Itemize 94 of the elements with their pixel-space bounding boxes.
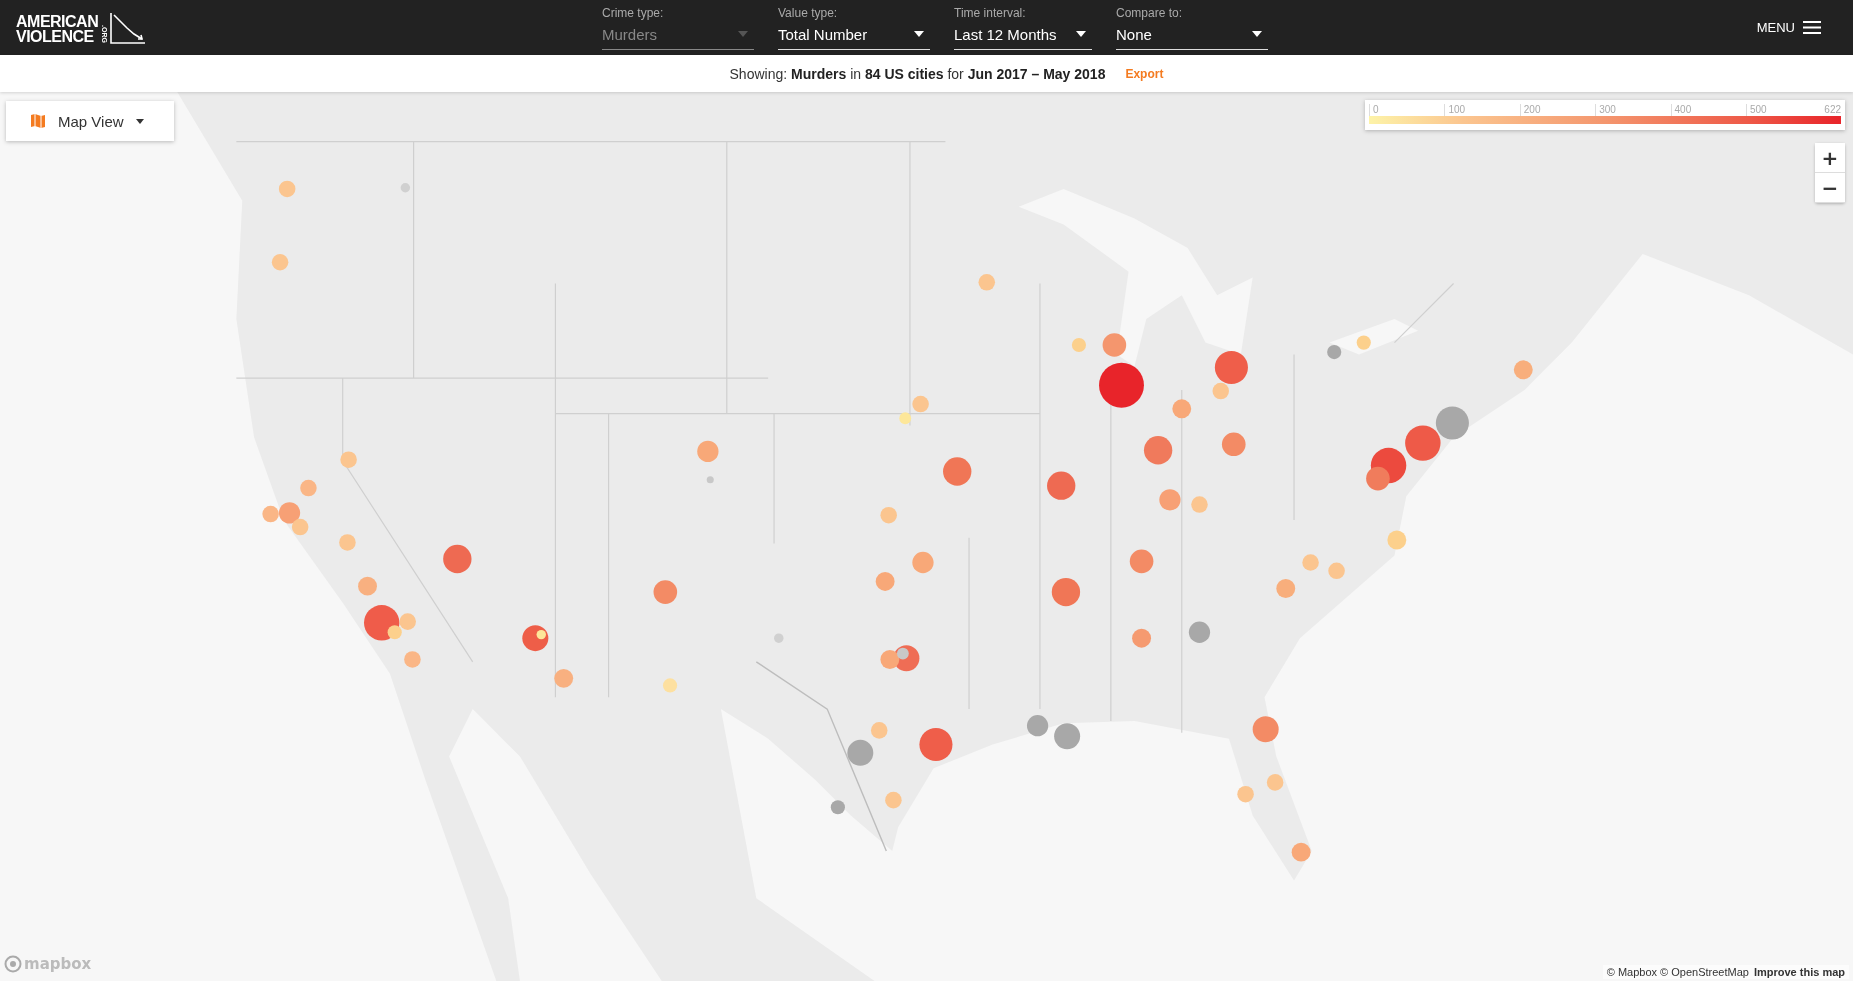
city-marker[interactable] xyxy=(387,625,402,640)
city-marker[interactable] xyxy=(340,451,357,468)
city-marker[interactable] xyxy=(1191,496,1208,513)
city-marker[interactable] xyxy=(847,739,874,766)
caret-icon xyxy=(738,31,748,37)
city-marker[interactable] xyxy=(554,668,574,688)
improve-map-link[interactable]: Improve this map xyxy=(1753,966,1845,978)
city-marker[interactable] xyxy=(978,274,996,291)
city-marker[interactable] xyxy=(830,800,845,815)
city-marker[interactable] xyxy=(1188,621,1211,643)
city-marker[interactable] xyxy=(364,605,400,641)
logo-text: VIOLENCE xyxy=(16,28,95,44)
caret-icon xyxy=(1252,31,1262,37)
caret-icon xyxy=(1076,31,1086,37)
filter-label: Compare to: xyxy=(1116,5,1184,20)
city-marker[interactable] xyxy=(1159,489,1181,511)
filter-label: Value type: xyxy=(778,5,839,20)
map-view-dropdown[interactable]: Map View xyxy=(6,101,174,141)
city-marker[interactable] xyxy=(1221,432,1246,457)
city-marker[interactable] xyxy=(912,395,929,413)
city-marker[interactable] xyxy=(291,518,309,536)
city-marker[interactable] xyxy=(1266,774,1284,791)
city-marker[interactable] xyxy=(896,647,909,660)
city-marker[interactable] xyxy=(885,791,902,809)
menu-icon xyxy=(1803,21,1821,34)
city-marker[interactable] xyxy=(912,551,934,574)
city-marker[interactable] xyxy=(400,183,411,193)
filter-dropdown[interactable]: Total Number xyxy=(778,22,930,50)
map-icon xyxy=(30,113,46,129)
city-marker[interactable] xyxy=(358,576,377,596)
city-marker[interactable] xyxy=(653,580,678,604)
zoom-in-button[interactable]: + xyxy=(1815,143,1845,173)
city-marker[interactable] xyxy=(1252,716,1279,743)
map-credits: © Mapbox © OpenStreetMap xyxy=(1606,966,1749,978)
city-marker[interactable] xyxy=(1356,335,1371,350)
city-marker[interactable] xyxy=(1237,785,1254,803)
city-marker[interactable] xyxy=(1302,554,1319,571)
city-marker[interactable] xyxy=(1387,530,1407,550)
city-marker[interactable] xyxy=(1405,425,1441,461)
city-marker[interactable] xyxy=(1071,337,1087,353)
mapbox-logo-text: mapbox xyxy=(24,955,92,973)
city-marker[interactable] xyxy=(300,479,317,497)
filter-dropdown[interactable]: None xyxy=(1116,22,1268,50)
filter-label: Time interval: xyxy=(954,5,1027,20)
summary-text: Showing: Murders in 84 US cities for Jun 2017 – May 2018 xyxy=(729,65,1106,82)
zoom-out-button[interactable]: − xyxy=(1815,173,1845,203)
city-marker[interactable] xyxy=(443,544,472,574)
filter-label: Crime type: xyxy=(602,5,665,20)
city-marker[interactable] xyxy=(399,613,416,630)
city-marker[interactable] xyxy=(880,650,900,669)
city-marker[interactable] xyxy=(1327,345,1342,360)
city-marker[interactable] xyxy=(880,506,897,524)
filter-dropdown[interactable]: Last 12 Months xyxy=(954,22,1092,50)
city-marker[interactable] xyxy=(271,253,289,271)
city-marker[interactable] xyxy=(1366,466,1390,491)
city-marker[interactable] xyxy=(1051,577,1081,607)
declining-chart-icon xyxy=(110,11,147,44)
city-marker[interactable] xyxy=(536,629,546,640)
city-marker[interactable] xyxy=(706,476,714,484)
city-marker[interactable] xyxy=(1276,579,1296,598)
city-marker[interactable] xyxy=(1328,562,1345,580)
city-marker[interactable] xyxy=(1513,360,1533,380)
caret-icon xyxy=(914,31,924,37)
city-marker[interactable] xyxy=(278,180,296,198)
city-marker[interactable] xyxy=(697,440,719,462)
city-marker[interactable] xyxy=(1026,715,1049,737)
logo-text: AMERICAN xyxy=(16,13,99,29)
city-marker[interactable] xyxy=(339,534,356,551)
city-marker[interactable] xyxy=(1099,362,1144,408)
city-marker[interactable] xyxy=(870,722,888,739)
city-marker[interactable] xyxy=(774,633,784,643)
city-marker[interactable] xyxy=(943,457,972,486)
city-marker[interactable] xyxy=(1047,471,1076,500)
scale-label: 622 xyxy=(1823,104,1842,116)
city-marker[interactable] xyxy=(1214,350,1248,384)
city-marker[interactable] xyxy=(1172,399,1192,419)
caret-icon xyxy=(135,118,144,124)
city-marker[interactable] xyxy=(1129,549,1154,574)
city-marker[interactable] xyxy=(1435,406,1469,440)
city-marker[interactable] xyxy=(1143,436,1173,465)
city-marker[interactable] xyxy=(278,502,301,524)
city-marker[interactable] xyxy=(662,678,678,693)
city-marker[interactable] xyxy=(1054,723,1081,750)
city-marker[interactable] xyxy=(875,571,895,591)
city-marker[interactable] xyxy=(1291,842,1311,862)
menu-button[interactable]: MENU xyxy=(1750,19,1827,36)
city-marker[interactable] xyxy=(404,651,421,668)
city-marker[interactable] xyxy=(1132,628,1152,648)
city-marker[interactable] xyxy=(899,412,912,425)
city-marker[interactable] xyxy=(262,505,279,523)
city-marker[interactable] xyxy=(1212,382,1230,400)
city-marker[interactable] xyxy=(919,728,953,762)
city-marker[interactable] xyxy=(1102,333,1127,357)
mapbox-logo-icon xyxy=(4,955,22,973)
